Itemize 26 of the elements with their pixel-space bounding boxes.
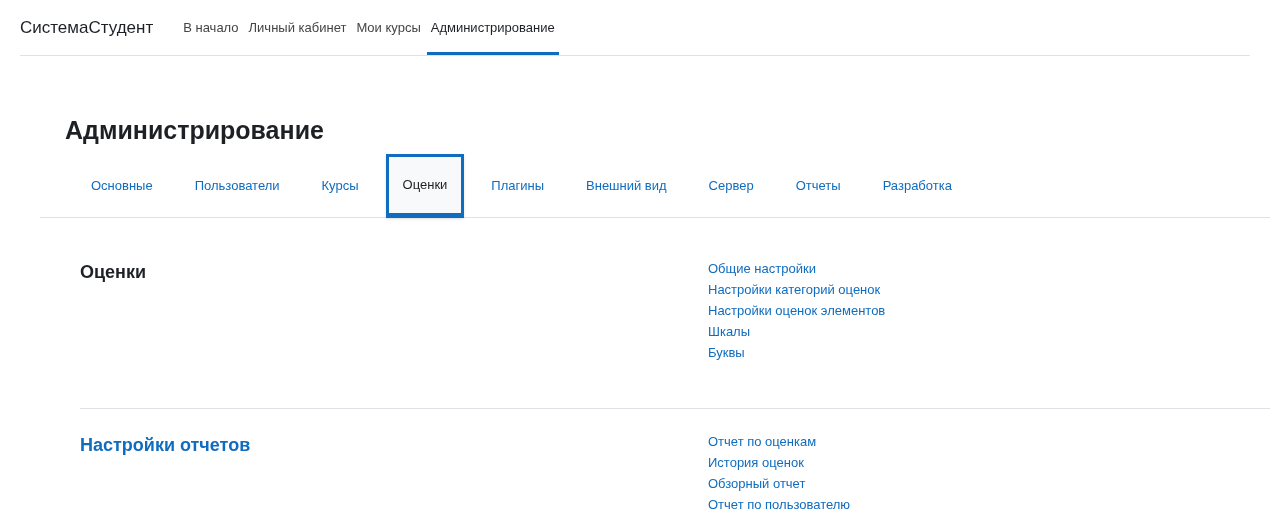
settings-link[interactable]: Шкалы <box>708 321 751 342</box>
settings-link[interactable]: Отчет по пользователю <box>708 494 851 513</box>
page-title: Администрирование <box>65 115 324 146</box>
settings-link[interactable]: Настройки оценок элементов <box>708 300 886 321</box>
site-name[interactable]: СистемаСтудент <box>20 14 180 41</box>
settings-link[interactable]: Общие настройки <box>708 258 816 279</box>
tab[interactable]: Внешний вид <box>571 154 682 218</box>
nav-link[interactable]: В начало <box>179 0 243 55</box>
section-title: Оценки <box>80 261 148 284</box>
tab[interactable]: Основные <box>76 154 168 218</box>
nav-link[interactable]: Администрирование <box>426 0 559 55</box>
settings-link[interactable]: Настройки категорий оценок <box>708 279 881 300</box>
settings-link[interactable]: История оценок <box>708 452 804 473</box>
nav-link[interactable]: Мои курсы <box>352 0 425 55</box>
tab[interactable]: Пользователи <box>179 154 295 218</box>
settings-link[interactable]: Отчет по оценкам <box>708 431 817 452</box>
tab[interactable]: Отчеты <box>780 154 856 218</box>
settings-link[interactable]: Обзорный отчет <box>708 473 806 494</box>
nav-link[interactable]: Личный кабинет <box>244 0 351 55</box>
tab[interactable]: Оценки <box>385 154 465 218</box>
tab[interactable]: Разработка <box>867 154 967 218</box>
tab[interactable]: Сервер <box>693 154 769 218</box>
tab[interactable]: Курсы <box>306 154 374 218</box>
section-title-link[interactable]: Настройки отчетов <box>80 431 708 457</box>
tab[interactable]: Плагины <box>476 154 560 218</box>
settings-link[interactable]: Буквы <box>708 342 745 363</box>
